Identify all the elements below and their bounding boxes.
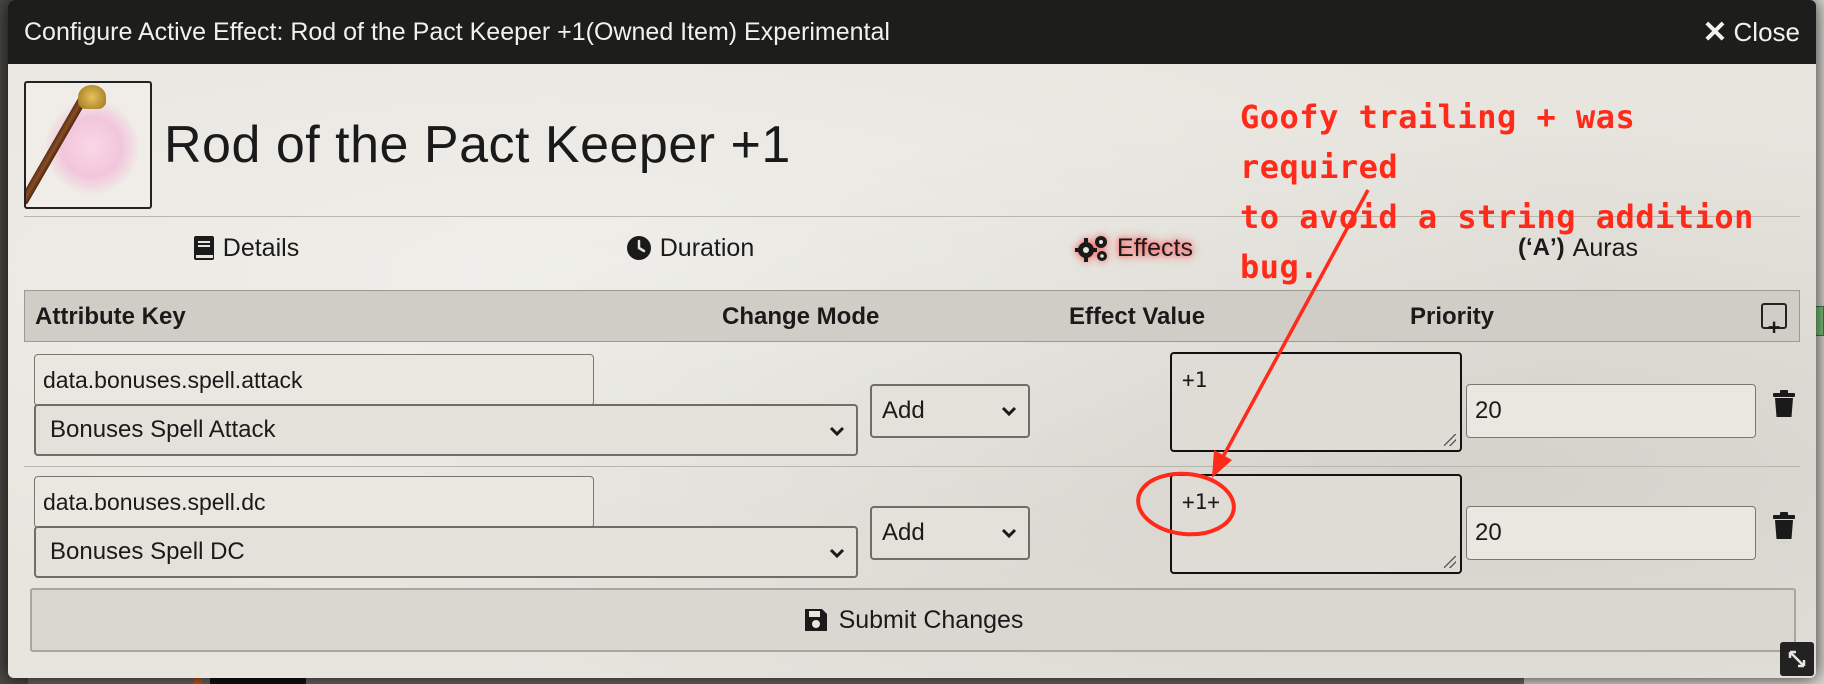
annotation-arrow (1216, 189, 1370, 467)
annotation-circle (1136, 471, 1236, 537)
annotation-markup (1136, 189, 1370, 537)
annotation-arrowhead (1212, 450, 1232, 478)
